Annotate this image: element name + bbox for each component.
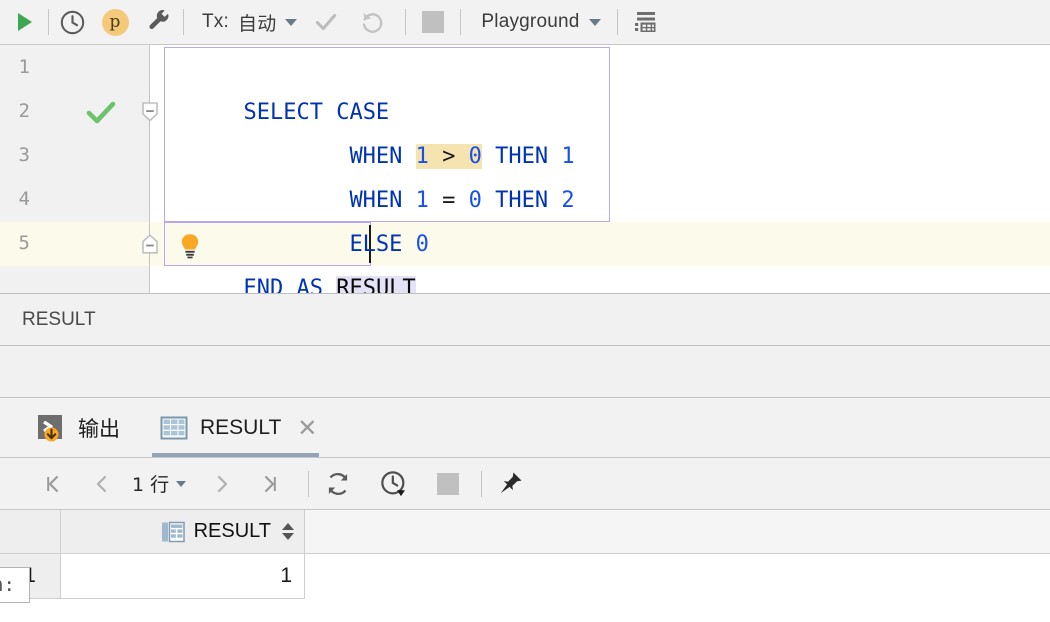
last-page-icon xyxy=(265,475,276,492)
main-toolbar: p Tx: 自动 Playground xyxy=(0,0,1050,45)
prev-page-button[interactable] xyxy=(78,458,126,509)
line-number-2: 2 xyxy=(18,100,30,122)
sort-desc-icon xyxy=(282,533,294,540)
clock-history-icon xyxy=(60,10,84,34)
prev-page-icon xyxy=(96,475,107,492)
profile-badge: p xyxy=(101,8,129,36)
grid-column-header-result[interactable]: RESULT xyxy=(61,510,305,554)
tab-output[interactable]: 输出 xyxy=(36,398,120,457)
tx-label: Tx: xyxy=(202,11,229,32)
breadcrumb-label: RESULT xyxy=(22,308,96,330)
line-number-3: 3 xyxy=(18,144,30,166)
stop-square-icon xyxy=(422,11,445,33)
line-number-1: 1 xyxy=(18,56,30,78)
first-page-button[interactable] xyxy=(28,458,78,509)
tx-value: 自动 xyxy=(238,12,277,35)
code-token-result-alias: RESULT xyxy=(336,276,416,293)
run-triangle-icon xyxy=(18,13,32,31)
refresh-icon xyxy=(328,472,348,495)
row-count-label: 1 行 xyxy=(132,474,170,496)
grid-header-filler xyxy=(305,510,1050,554)
query-history-button[interactable] xyxy=(367,458,421,509)
pin-icon xyxy=(500,472,522,494)
pin-tab-button[interactable] xyxy=(482,458,538,509)
sort-arrows-icon[interactable] xyxy=(282,523,294,540)
query-history-icon xyxy=(381,470,406,496)
code-token-num-3c: 2 xyxy=(561,188,575,213)
chevron-down-icon xyxy=(285,18,298,26)
stop-query-button[interactable] xyxy=(421,458,475,509)
code-token-then-3: THEN xyxy=(481,188,562,213)
run-query-button[interactable] xyxy=(0,0,48,44)
settings-button[interactable] xyxy=(135,0,183,44)
chevron-down-icon-2 xyxy=(588,18,601,26)
result-grid-toolbar: 1 行 xyxy=(0,458,1050,510)
stop-button[interactable] xyxy=(406,0,460,44)
line-number-5: 5 xyxy=(18,232,30,254)
rollback-icon xyxy=(363,13,383,33)
grid-corner-cell[interactable] xyxy=(0,510,61,554)
profile-badge-button[interactable]: p xyxy=(95,0,135,44)
table-column-icon xyxy=(161,521,185,542)
transaction-mode-selector[interactable]: Tx: 自动 xyxy=(184,0,303,44)
rollback-button[interactable] xyxy=(349,0,395,44)
row-count-selector[interactable]: 1 行 xyxy=(126,458,192,509)
active-tab-underline xyxy=(152,453,319,457)
tooltip-fragment: n: xyxy=(0,567,30,603)
first-page-icon xyxy=(47,475,59,492)
tab-result[interactable]: RESULT ✕ xyxy=(160,398,317,457)
line-number-4: 4 xyxy=(18,188,30,210)
schema-selector[interactable]: Playground xyxy=(461,0,608,44)
sql-editor[interactable]: 1 2 3 4 5 SELECT CASE WHEN 1 > 0 THEN 1 … xyxy=(0,45,1050,293)
code-token-end-as: END AS xyxy=(243,276,337,293)
chevron-down-icon-rows xyxy=(176,480,187,487)
stop-square-icon-grid xyxy=(437,472,460,495)
code-token-num-4: 0 xyxy=(415,232,429,257)
code-line-1[interactable]: SELECT CASE xyxy=(164,47,389,125)
code-line-3[interactable]: WHEN 1 = 0 THEN 2 xyxy=(164,135,574,213)
code-line-4[interactable]: ELSE 0 xyxy=(164,179,428,257)
result-data-grid[interactable]: RESULT 1 1 xyxy=(0,510,1050,622)
result-table-icon xyxy=(160,416,188,439)
history-button[interactable] xyxy=(49,0,95,44)
code-line-5[interactable]: END AS RESULT xyxy=(164,223,416,293)
refresh-button[interactable] xyxy=(309,458,367,509)
sort-asc-icon xyxy=(282,523,294,530)
grid-cell-result[interactable]: 1 xyxy=(61,554,305,599)
schema-value: Playground xyxy=(481,11,580,32)
editor-gutter: 1 2 3 4 5 xyxy=(0,45,150,293)
fold-collapse-icon-2[interactable] xyxy=(142,234,158,254)
results-tab-bar: 输出 RESULT ✕ xyxy=(0,398,1050,458)
editor-bottom-spacer xyxy=(0,346,1050,398)
grid-column-name: RESULT xyxy=(193,520,271,542)
commit-button[interactable] xyxy=(303,0,349,44)
code-token-op-3: = xyxy=(428,188,469,213)
tab-result-label: RESULT xyxy=(200,415,282,439)
last-page-button[interactable] xyxy=(246,458,294,509)
checkmark-commit-icon xyxy=(316,13,337,31)
statement-ok-check-icon xyxy=(86,101,116,124)
tab-close-icon[interactable]: ✕ xyxy=(297,416,317,440)
code-line-2[interactable]: WHEN 1 > 0 THEN 1 xyxy=(164,91,575,169)
database-ide-window: p Tx: 自动 Playground 1 2 3 4 5 SELECT CAS… xyxy=(0,0,1050,622)
next-page-icon xyxy=(218,475,228,492)
next-page-button[interactable] xyxy=(198,458,246,509)
tab-output-label: 输出 xyxy=(78,416,120,441)
code-token-num-3b: 0 xyxy=(468,188,482,213)
breadcrumb: RESULT xyxy=(0,293,1050,346)
view-as-grid-button[interactable] xyxy=(618,0,676,44)
wrench-icon xyxy=(149,10,169,30)
data-grid-icon xyxy=(634,12,656,32)
console-output-icon xyxy=(38,414,62,441)
fold-collapse-icon-1[interactable] xyxy=(142,102,158,122)
